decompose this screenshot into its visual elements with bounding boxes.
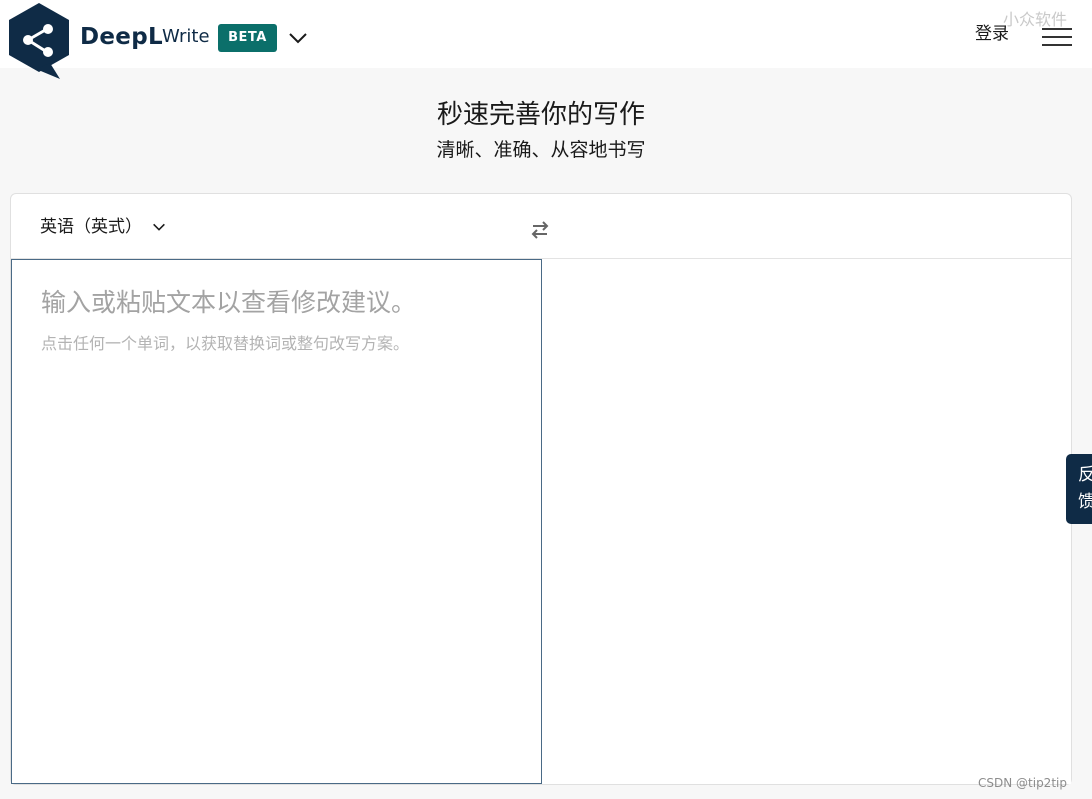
suggestion-output-area[interactable] [542, 259, 1071, 784]
beta-badge: BETA [218, 24, 277, 52]
swap-arrows-icon[interactable] [529, 219, 551, 241]
brand-name[interactable]: DeepL [80, 22, 163, 52]
brand-product-name[interactable]: Write [162, 25, 210, 49]
login-link[interactable]: 登录 [975, 22, 1009, 46]
menu-bar-top [1042, 28, 1072, 30]
input-placeholder: 输入或粘贴文本以查看修改建议。 [41, 288, 417, 317]
input-hint: 点击任何一个单词，以获取替换词或整句改写方案。 [41, 334, 410, 353]
feedback-label-line1: 反 [1078, 465, 1092, 485]
chevron-down-icon[interactable] [286, 26, 310, 50]
language-select[interactable]: 英语（英式） [40, 214, 167, 240]
top-header: DeepL Write BETA 小众软件 登录 [0, 0, 1092, 79]
editor-card: 英语（英式） 输入或粘贴文本以查看修改建议。 点击任何一个单词，以获取替换词或整… [10, 193, 1072, 785]
source-text-area[interactable]: 输入或粘贴文本以查看修改建议。 点击任何一个单词，以获取替换词或整句改写方案。 [11, 259, 542, 784]
language-select-label: 英语（英式） [40, 217, 142, 237]
menu-bar-bottom [1042, 44, 1072, 46]
feedback-label-line2: 馈 [1078, 492, 1092, 512]
deepl-logo-icon[interactable] [8, 3, 70, 79]
menu-icon[interactable] [1040, 24, 1074, 50]
page-title: 秒速完善你的写作 [436, 100, 645, 130]
feedback-button[interactable]: 反 馈 [1066, 454, 1092, 524]
chevron-down-icon [153, 223, 166, 231]
watermark-bottom: CSDN @tip2tip [978, 776, 1067, 790]
page-subtitle: 清晰、准确、从容地书写 [436, 139, 646, 161]
editor-toolbar: 英语（英式） [11, 194, 1071, 259]
menu-bar-middle [1042, 36, 1072, 38]
